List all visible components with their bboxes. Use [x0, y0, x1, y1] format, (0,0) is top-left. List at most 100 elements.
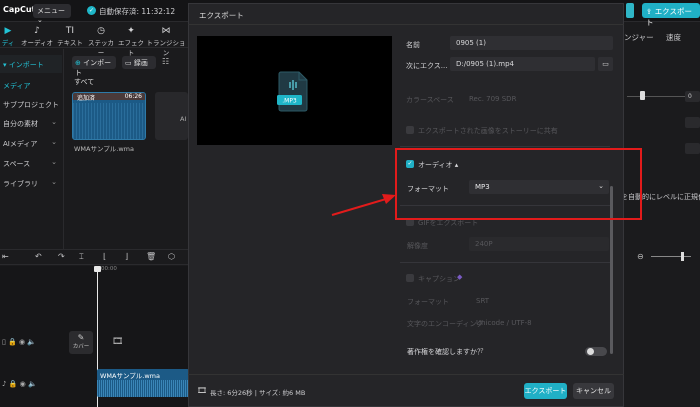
- undo-icon[interactable]: ↶: [35, 252, 42, 261]
- record-label: 録画: [133, 59, 148, 67]
- menu-label: メニュー: [37, 7, 65, 15]
- dialog-header: [188, 3, 624, 25]
- track-icon[interactable]: ♪: [2, 380, 6, 388]
- top-export-button[interactable]: ⇪ エクスポート: [642, 3, 700, 27]
- grid-view-icon[interactable]: ☷: [162, 57, 169, 66]
- track-icon[interactable]: ▯: [2, 338, 6, 346]
- sidebar-item-label: サブプロジェクト: [3, 101, 59, 109]
- caption-format-label: フォーマット: [407, 298, 449, 306]
- caption-label: キャプション: [418, 275, 460, 283]
- caption-format-value: SRT: [476, 297, 490, 305]
- highlight-box: [395, 148, 642, 220]
- tab-speed[interactable]: 速度: [666, 32, 681, 43]
- colorspace-label: カラースペース: [406, 96, 454, 104]
- autosave-status: 自動保存済: 11:32:12: [99, 7, 176, 16]
- media-icon: ▶: [4, 26, 12, 36]
- sidebar-item-label: メディア: [3, 82, 31, 90]
- divider: [400, 262, 610, 263]
- volume-icon[interactable]: 🔈: [28, 380, 37, 388]
- name-label: 名前: [406, 41, 420, 49]
- volume-icon[interactable]: 🔈: [27, 338, 36, 346]
- cover-button[interactable]: ✎ カバー: [69, 331, 93, 354]
- tool-label: テキスト: [57, 39, 83, 47]
- eye-icon[interactable]: ◉: [19, 338, 25, 346]
- effect-icon: ✦: [127, 26, 135, 36]
- sidebar-item-subproject[interactable]: サブプロジェクト: [0, 95, 62, 113]
- lock-icon[interactable]: 🔒: [8, 338, 17, 346]
- layout-toggle-button[interactable]: [626, 3, 634, 18]
- export-button[interactable]: エクスポート: [524, 383, 567, 399]
- tool-audio[interactable]: ♪ オーディオ: [20, 26, 54, 47]
- encoding-value: Unicode / UTF-8: [476, 319, 532, 327]
- chevron-down-icon: ⌄: [51, 158, 57, 166]
- cancel-button[interactable]: キャンセル: [573, 383, 614, 399]
- redo-icon[interactable]: ↷: [58, 252, 65, 261]
- resolution-select[interactable]: 240P: [469, 237, 609, 251]
- sidebar-item-media[interactable]: メディア: [0, 76, 62, 94]
- sidebar-item-library[interactable]: ライブラリ ⌄: [0, 174, 62, 192]
- toggle-knob: [587, 348, 594, 355]
- colorspace-value: Rec. 709 SDR: [469, 95, 517, 103]
- import-button[interactable]: ⊕ インポート: [72, 56, 116, 77]
- text-icon: TI: [65, 26, 75, 36]
- help-icon[interactable]: ?: [480, 347, 484, 355]
- menu-button[interactable]: メニュー ⌄: [33, 4, 71, 24]
- fade-out-field[interactable]: [685, 143, 700, 154]
- export-to-label: 次にエクス...: [406, 62, 448, 70]
- shield-icon[interactable]: ⬡: [168, 252, 175, 261]
- export-info: 長さ: 6分26秒 | サイズ: 約6 MB: [210, 389, 306, 397]
- tool-sticker[interactable]: ◷ ステッカー: [86, 26, 116, 57]
- tool-text[interactable]: TI テキスト: [56, 26, 84, 47]
- sidebar-item-label: AIメディア: [3, 140, 38, 148]
- dialog-footer: [188, 374, 624, 375]
- trim-right-icon[interactable]: ⌋: [125, 252, 128, 261]
- zoom-slider-handle[interactable]: [681, 252, 684, 261]
- zoom-out-icon[interactable]: ⊖: [637, 252, 644, 261]
- select-tool-icon[interactable]: ⇤: [2, 252, 9, 261]
- sidebar-item-ai-media[interactable]: AIメディア ⌄: [0, 134, 62, 152]
- mp3-file-icon: .MP3: [277, 71, 308, 112]
- clip-label: WMAサンプル.wma: [100, 372, 160, 380]
- encoding-label: 文字のエンコーディング: [407, 320, 484, 328]
- volume-field[interactable]: 0: [685, 91, 700, 102]
- delete-icon[interactable]: 🗑: [146, 252, 156, 261]
- sidebar-item-my-assets[interactable]: 自分の素材 ⌄: [0, 114, 62, 132]
- timeline-ruler: 00:00: [101, 266, 117, 272]
- playhead-handle[interactable]: [94, 266, 101, 272]
- audio-track-controls: ♪ 🔒 ◉ 🔈: [2, 380, 37, 388]
- fade-in-field[interactable]: [685, 117, 700, 128]
- zoom-controls: ⊖: [627, 249, 700, 265]
- sidebar-item-import[interactable]: ▾ インポート: [0, 55, 62, 73]
- name-input[interactable]: 0905 (1): [450, 36, 613, 50]
- export-path-input[interactable]: D:/0905 (1).mp4: [450, 57, 595, 71]
- audio-clip[interactable]: WMAサンプル.wma: [97, 369, 189, 397]
- chevron-down-icon: ⌄: [51, 178, 57, 186]
- tool-transition[interactable]: ⋈ トランジション: [146, 26, 186, 57]
- film-icon: 🎞: [112, 337, 124, 347]
- volume-slider-handle[interactable]: [640, 91, 645, 100]
- tool-label: ステッカー: [88, 39, 114, 57]
- share-checkbox[interactable]: [406, 126, 414, 134]
- tool-label: トランジション: [146, 39, 186, 57]
- sidebar-item-space[interactable]: スペース ⌄: [0, 154, 62, 172]
- sidebar-item-label: 自分の素材: [3, 120, 38, 128]
- tab-equalizer[interactable]: ンジャー: [624, 32, 654, 43]
- tool-label: オーディオ: [20, 39, 54, 47]
- folder-icon[interactable]: ▭: [598, 57, 613, 71]
- split-icon[interactable]: ⌶: [79, 252, 84, 262]
- zoom-slider[interactable]: [651, 256, 691, 257]
- ai-media-label: AI: [180, 115, 187, 123]
- tool-effect[interactable]: ✦ エフェクト: [117, 26, 145, 57]
- chevron-down-icon: ⌄: [51, 118, 57, 126]
- trim-left-icon[interactable]: ⌊: [103, 252, 106, 261]
- record-button[interactable]: ▭ 録画: [122, 56, 156, 69]
- caption-checkbox[interactable]: [406, 274, 414, 282]
- sticker-icon: ◷: [97, 26, 105, 36]
- lock-icon[interactable]: 🔒: [9, 380, 18, 388]
- film-icon: 🎞: [197, 386, 208, 395]
- media-thumbnail[interactable]: 追加済 06:26: [72, 92, 146, 140]
- check-icon: ✓: [87, 6, 96, 15]
- sidebar-item-label: スペース: [3, 160, 31, 168]
- top-export-label: エクスポート: [646, 7, 692, 27]
- eye-icon[interactable]: ◉: [20, 380, 26, 388]
